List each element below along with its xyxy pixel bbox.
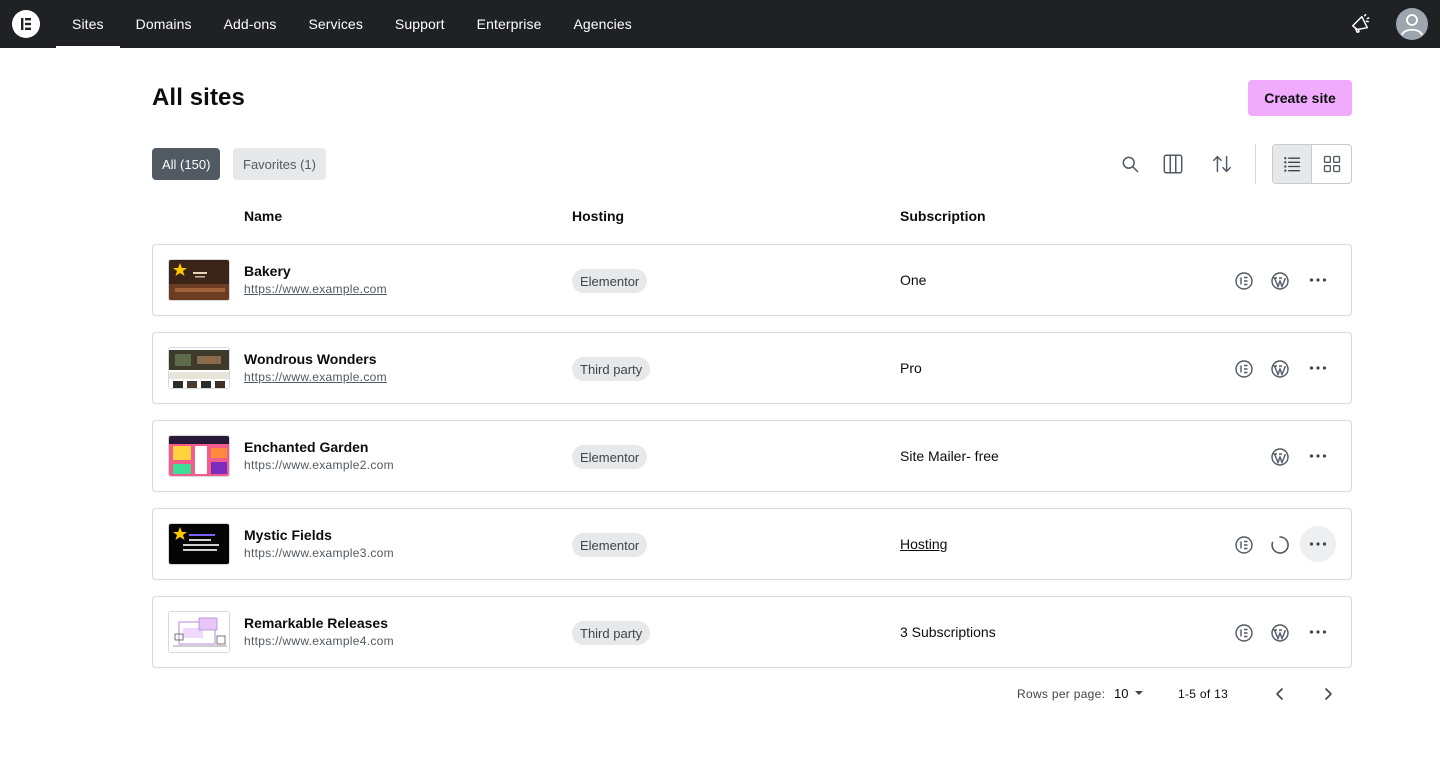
wordpress-icon[interactable] — [1268, 357, 1292, 381]
user-avatar-icon[interactable] — [1396, 8, 1428, 40]
table-row[interactable]: Remarkable Releases https://www.example4… — [152, 596, 1352, 668]
site-url: https://www.example4.com — [244, 634, 394, 648]
main-nav: Sites Domains Add-ons Services Support E… — [56, 0, 648, 48]
nav-item-sites[interactable]: Sites — [56, 0, 120, 48]
hosting-chip: Third party — [572, 621, 651, 645]
more-options-icon[interactable] — [1300, 614, 1336, 650]
sort-icon[interactable] — [1206, 148, 1238, 180]
hosting-chip: Elementor — [572, 269, 648, 293]
site-url: https://www.example2.com — [244, 458, 394, 472]
site-name[interactable]: Wondrous Wonders — [244, 351, 376, 367]
nav-right — [1344, 8, 1428, 40]
rows-per-page-value: 10 — [1114, 686, 1129, 701]
rows-per-page-label: Rows per page: — [1017, 687, 1106, 701]
site-name[interactable]: Mystic Fields — [244, 527, 332, 543]
hosting-chip: Elementor — [572, 445, 648, 469]
filter-favorites[interactable]: Favorites (1) — [233, 148, 326, 180]
wordpress-icon[interactable] — [1268, 269, 1292, 293]
loading-spinner-icon — [1268, 533, 1292, 557]
site-url-link[interactable]: https://www.example.com — [244, 282, 387, 296]
table-row[interactable]: Bakery https://www.example.com Elementor… — [152, 244, 1352, 316]
subscription-link[interactable]: Hosting — [900, 536, 947, 552]
more-options-icon[interactable] — [1300, 526, 1336, 562]
pagination-range: 1-5 of 13 — [1178, 687, 1229, 701]
grid-view-icon[interactable] — [1312, 145, 1351, 183]
nav-item-agencies[interactable]: Agencies — [557, 0, 647, 48]
columns-icon[interactable] — [1157, 148, 1189, 180]
filter-all[interactable]: All (150) — [152, 148, 221, 180]
subscription-value: Site Mailer- free — [900, 448, 999, 464]
hosting-chip: Elementor — [572, 533, 648, 557]
site-name[interactable]: Enchanted Garden — [244, 439, 368, 455]
column-header-hosting[interactable]: Hosting — [572, 208, 624, 224]
table-row[interactable]: Wondrous Wonders https://www.example.com… — [152, 332, 1352, 404]
elementor-edit-icon[interactable] — [1232, 621, 1256, 645]
site-name[interactable]: Bakery — [244, 263, 291, 279]
nav-item-support[interactable]: Support — [379, 0, 461, 48]
hosting-chip: Third party — [572, 357, 651, 381]
search-icon[interactable] — [1114, 148, 1146, 180]
subscription-value: Pro — [900, 360, 922, 376]
nav-item-services[interactable]: Services — [292, 0, 378, 48]
site-thumbnail[interactable] — [168, 435, 230, 477]
wordpress-icon[interactable] — [1268, 445, 1292, 469]
site-thumbnail[interactable] — [168, 259, 230, 301]
chevron-right-icon[interactable] — [1316, 682, 1340, 706]
subscription-value: One — [900, 272, 927, 288]
elementor-logo-icon[interactable] — [12, 10, 40, 38]
elementor-edit-icon[interactable] — [1232, 357, 1256, 381]
list-view-icon[interactable] — [1273, 145, 1313, 183]
toolbar-divider — [1255, 144, 1256, 184]
site-url-link[interactable]: https://www.example.com — [244, 370, 387, 384]
megaphone-icon[interactable] — [1344, 8, 1376, 40]
rows-per-page-select[interactable]: 10 — [1114, 686, 1144, 701]
nav-item-domains[interactable]: Domains — [120, 0, 208, 48]
table-row[interactable]: Mystic Fields https://www.example3.com E… — [152, 508, 1352, 580]
subscription-value: 3 Subscriptions — [900, 624, 996, 640]
chevron-left-icon[interactable] — [1268, 682, 1292, 706]
site-thumbnail[interactable] — [168, 523, 230, 565]
nav-item-enterprise[interactable]: Enterprise — [461, 0, 558, 48]
view-toggle — [1272, 144, 1352, 184]
top-navigation: Sites Domains Add-ons Services Support E… — [0, 0, 1440, 48]
elementor-edit-icon[interactable] — [1232, 269, 1256, 293]
wordpress-icon[interactable] — [1268, 621, 1292, 645]
more-options-icon[interactable] — [1300, 350, 1336, 386]
site-url: https://www.example3.com — [244, 546, 394, 560]
caret-down-icon — [1134, 686, 1144, 701]
column-header-name[interactable]: Name — [244, 208, 282, 224]
more-options-icon[interactable] — [1300, 438, 1336, 474]
site-name[interactable]: Remarkable Releases — [244, 615, 388, 631]
page-title: All sites — [152, 84, 245, 111]
create-site-button[interactable]: Create site — [1248, 80, 1352, 116]
elementor-edit-icon[interactable] — [1232, 533, 1256, 557]
table-row[interactable]: Enchanted Garden https://www.example2.co… — [152, 420, 1352, 492]
column-header-subscription[interactable]: Subscription — [900, 208, 986, 224]
site-thumbnail[interactable] — [168, 347, 230, 389]
site-thumbnail[interactable] — [168, 611, 230, 653]
more-options-icon[interactable] — [1300, 262, 1336, 298]
nav-item-add-ons[interactable]: Add-ons — [208, 0, 293, 48]
